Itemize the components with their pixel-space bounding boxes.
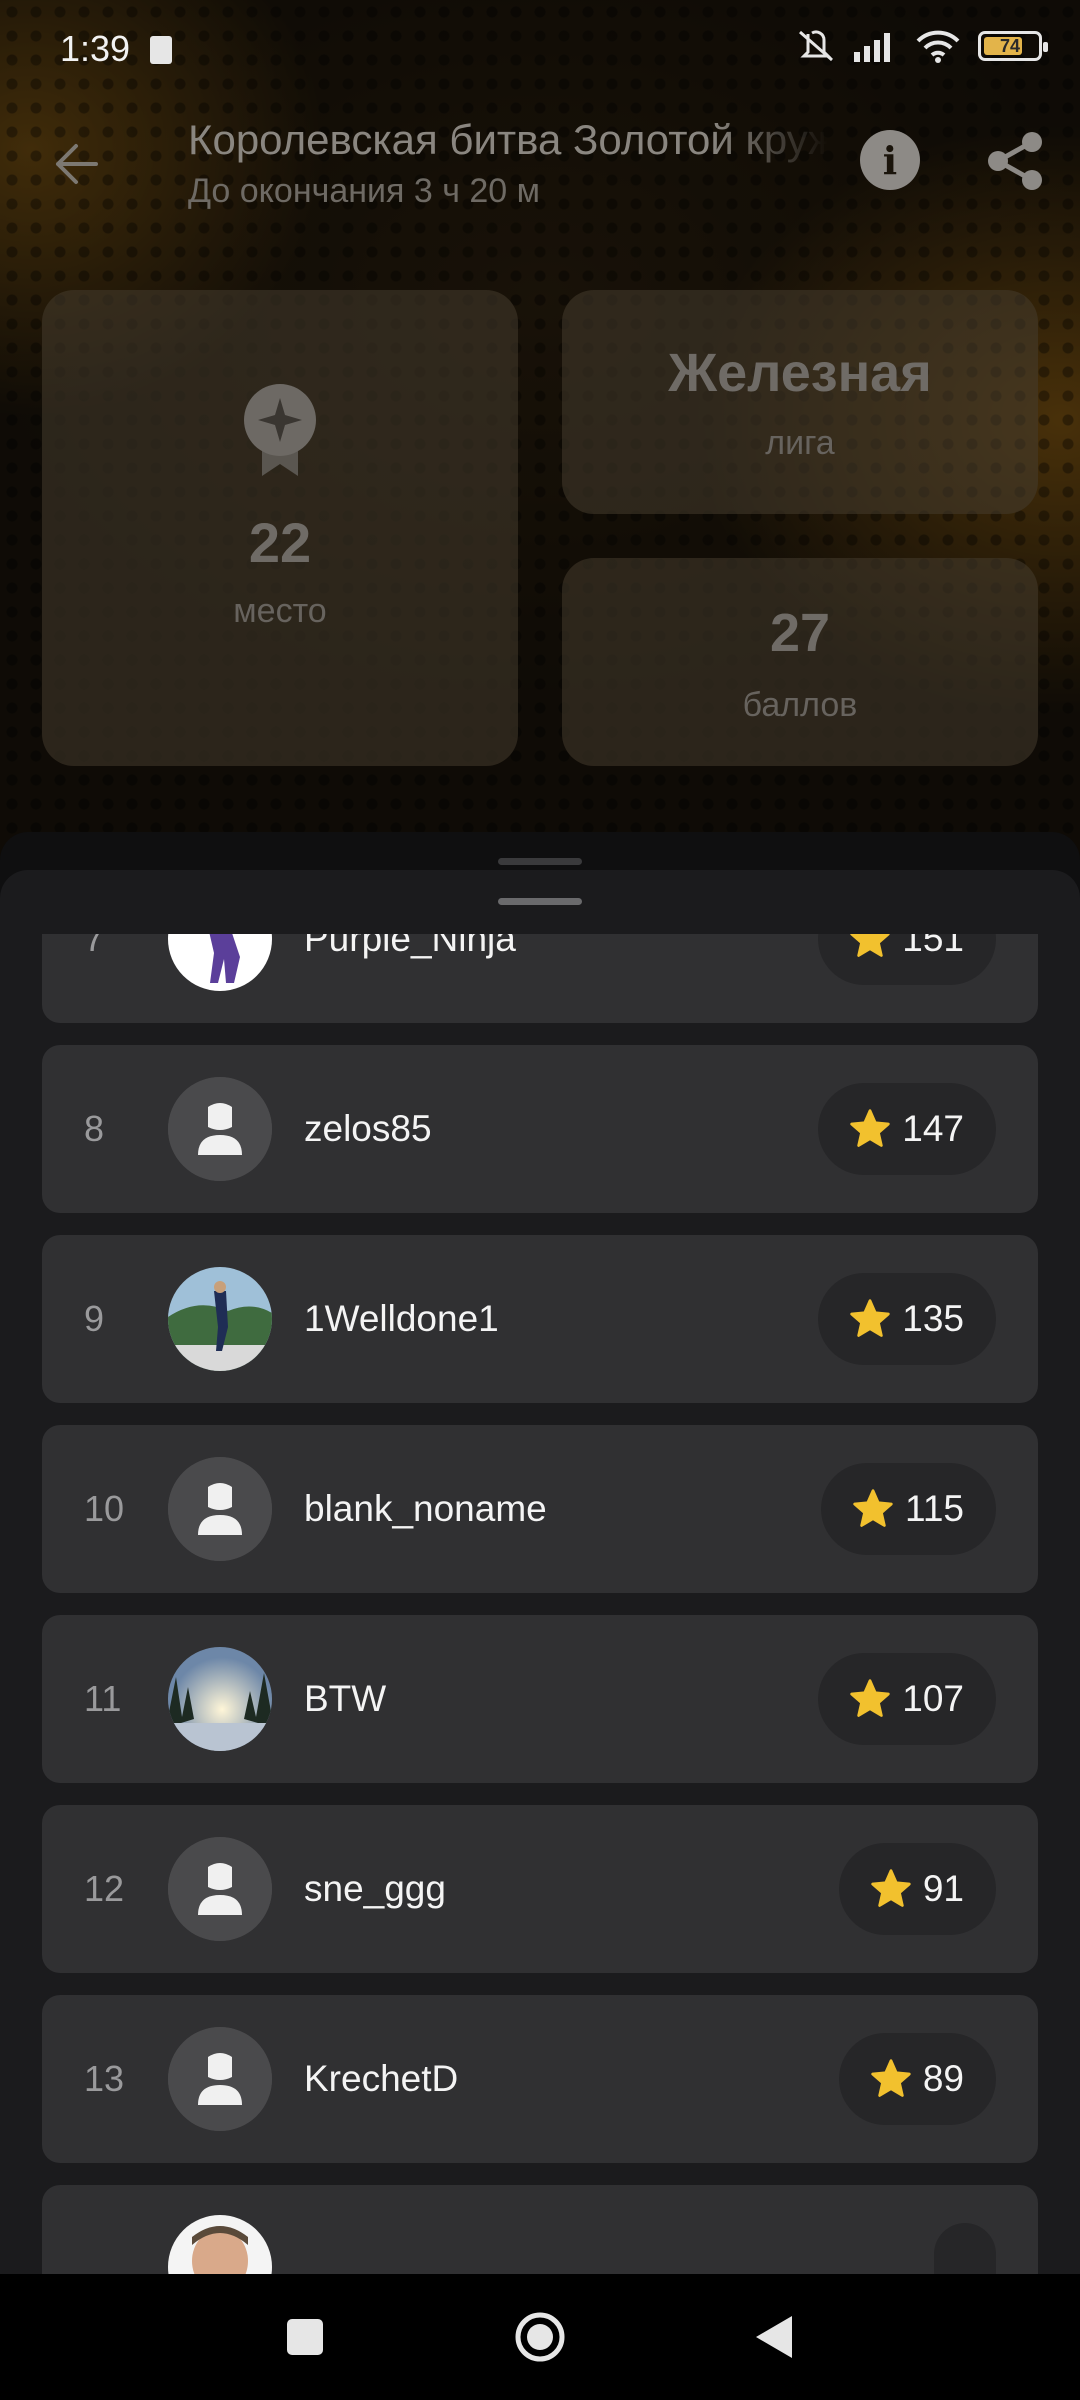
score-badge: 151 <box>818 934 996 985</box>
leaderboard-row[interactable] <box>42 2185 1038 2274</box>
avatar-photo <box>168 934 272 991</box>
avatar-photo <box>168 1267 272 1371</box>
place-card: 22 место <box>42 290 518 766</box>
score-value: 147 <box>902 1108 964 1149</box>
recent-apps-icon[interactable] <box>270 2302 340 2372</box>
username: 1Welldone1 <box>304 1298 499 1339</box>
avatar-default <box>168 1457 272 1561</box>
star-icon <box>871 1869 911 1907</box>
wifi-icon <box>916 30 960 63</box>
status-icons: 74 <box>796 28 1048 64</box>
avatar-default <box>168 1837 272 1941</box>
score-badge: 147 <box>818 1083 996 1175</box>
share-icon[interactable] <box>984 130 1046 192</box>
leaderboard-row[interactable]: 9 1Welldone1 135 <box>42 1235 1038 1403</box>
username: blank_noname <box>304 1488 547 1529</box>
points-label: баллов <box>742 686 858 724</box>
status-time: 1:39 <box>60 28 131 69</box>
star-icon <box>850 1299 890 1337</box>
avatar-default <box>168 2027 272 2131</box>
score-value: 115 <box>905 1488 964 1529</box>
score-value: 91 <box>922 1868 964 1909</box>
battery-icon: 74 <box>978 31 1048 61</box>
leaderboard-row[interactable]: 10 blank_noname 115 <box>42 1425 1038 1593</box>
place-label: место <box>233 592 327 630</box>
page-title: Королевская битва Золотой кружки <box>188 116 828 163</box>
system-navigation-bar <box>0 2274 1080 2400</box>
score-badge: 107 <box>818 1653 996 1745</box>
avatar-photo <box>168 1647 272 1751</box>
score-badge <box>934 2223 996 2274</box>
username: BTW <box>304 1678 387 1719</box>
username: zelos85 <box>304 1108 432 1149</box>
rank: 11 <box>84 1678 122 1719</box>
points-card: 27 баллов <box>562 558 1038 766</box>
star-icon <box>850 1679 890 1717</box>
battery-level: 74 <box>999 35 1021 56</box>
place-value: 22 <box>248 511 312 574</box>
leaderboard-row[interactable]: 7 Purple_Ninja 151 <box>42 934 1038 1023</box>
username: Purple_Ninja <box>304 934 516 959</box>
username: KrechetD <box>304 2058 459 2099</box>
rank: 12 <box>84 1868 125 1909</box>
back-icon[interactable] <box>740 2302 810 2372</box>
rank: 8 <box>84 1108 105 1149</box>
league-card: Железная лига <box>562 290 1038 514</box>
page-subtitle: До окончания 3 ч 20 м <box>188 172 541 210</box>
rank: 10 <box>84 1488 125 1529</box>
score-value: 89 <box>922 2058 964 2099</box>
info-icon[interactable]: i <box>860 130 920 190</box>
score-badge: 91 <box>838 1843 996 1935</box>
leaderboard-row[interactable]: 8 zelos85 147 <box>42 1045 1038 1213</box>
rank: 9 <box>84 1298 105 1339</box>
medal-icon <box>244 384 316 476</box>
rank: 13 <box>84 2058 125 2099</box>
star-icon <box>871 2059 911 2097</box>
back-arrow-icon[interactable] <box>46 136 102 192</box>
status-bar: 1:39 74 <box>0 0 1080 100</box>
home-icon[interactable] <box>505 2302 575 2372</box>
sheet-handle-back <box>498 858 582 865</box>
avatar-photo <box>168 2215 272 2274</box>
league-value: Железная <box>668 343 932 403</box>
leaderboard-row[interactable]: 11 BTW 107 <box>42 1615 1038 1783</box>
league-label: лига <box>765 424 835 462</box>
score-value: 151 <box>902 934 964 959</box>
score-value: 135 <box>902 1298 964 1339</box>
signal-icon <box>854 33 890 62</box>
star-icon <box>850 934 890 957</box>
star-icon <box>850 1109 890 1147</box>
avatar-default <box>168 1077 272 1181</box>
star-icon <box>853 1489 893 1527</box>
leaderboard-sheet[interactable]: 7 Purple_Ninja 151 8 zelos85 147 9 1Well… <box>0 870 1080 2274</box>
score-value: 107 <box>902 1678 964 1719</box>
username: sne_ggg <box>304 1868 446 1909</box>
mute-vibrate-icon <box>799 30 833 62</box>
points-value: 27 <box>769 603 831 663</box>
leaderboard-row[interactable]: 12 sne_ggg 91 <box>42 1805 1038 1973</box>
rank: 7 <box>84 934 105 959</box>
drag-handle[interactable] <box>498 898 582 905</box>
leaderboard-row[interactable]: 13 KrechetD 89 <box>42 1995 1038 2163</box>
score-badge: 89 <box>838 2033 996 2125</box>
battery-saver-icon <box>150 36 172 64</box>
score-badge: 115 <box>821 1463 996 1555</box>
leaderboard-list[interactable]: 7 Purple_Ninja 151 8 zelos85 147 9 1Well… <box>0 934 1080 2274</box>
score-badge: 135 <box>818 1273 996 1365</box>
